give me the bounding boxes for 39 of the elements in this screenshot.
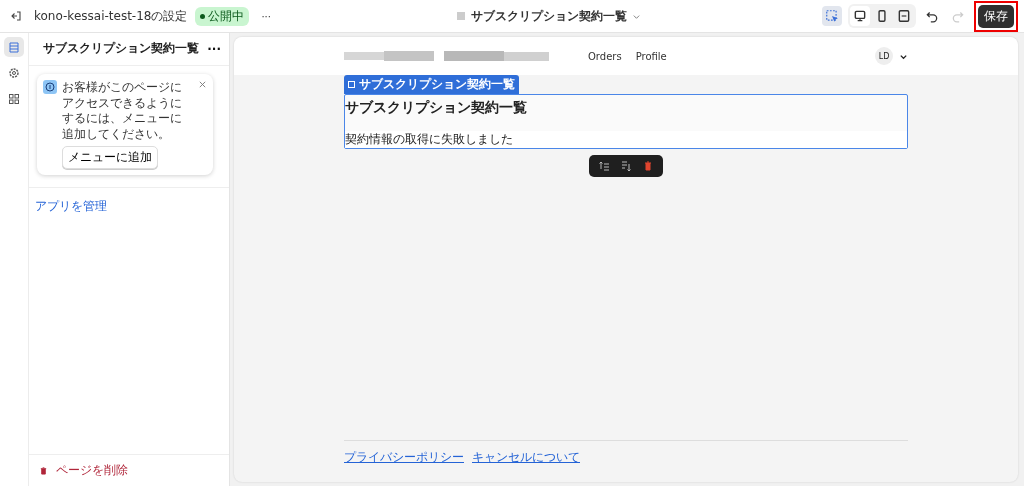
page-icon xyxy=(456,11,466,21)
close-icon[interactable] xyxy=(198,80,207,89)
manage-apps-link[interactable]: アプリを管理 xyxy=(29,187,229,226)
notice-text: お客様がこのページにアクセスできるようにするには、メニューに追加してください。 xyxy=(62,80,183,143)
settings-icon xyxy=(8,67,20,79)
store-settings-title: kono-kessai-test-18の設定 xyxy=(34,7,188,25)
layout-icon xyxy=(8,41,20,53)
nav-link[interactable]: Orders xyxy=(588,50,622,62)
account-avatar[interactable]: LD xyxy=(875,47,893,65)
block-label: サブスクリプション契約一覧 xyxy=(344,75,519,94)
move-up-icon[interactable] xyxy=(598,160,610,172)
desktop-view-button[interactable] xyxy=(850,6,870,26)
inspector-button[interactable] xyxy=(822,6,842,26)
delete-icon[interactable] xyxy=(642,160,654,172)
more-button[interactable]: ··· xyxy=(203,41,225,56)
more-button[interactable]: ··· xyxy=(257,10,275,22)
phone-icon xyxy=(875,9,889,23)
sidebar-title: サブスクリプション契約一覧 xyxy=(43,40,200,57)
exit-icon[interactable] xyxy=(10,10,22,22)
sections-button[interactable] xyxy=(4,37,24,57)
status-badge: 公開中 xyxy=(195,6,250,26)
error-message: 契約情報の取得に失敗しました xyxy=(345,131,907,148)
select-icon xyxy=(825,9,839,23)
footer-link[interactable]: プライバシーポリシー xyxy=(344,449,464,466)
selected-block[interactable]: サブスクリプション契約一覧 契約情報の取得に失敗しました xyxy=(344,94,908,149)
undo-icon xyxy=(925,9,939,23)
trash-icon xyxy=(39,466,48,475)
info-icon xyxy=(43,80,57,94)
monitor-icon xyxy=(853,9,867,23)
page-heading: サブスクリプション契約一覧 xyxy=(345,99,528,117)
footer-link[interactable]: キャンセルについて xyxy=(472,449,580,466)
save-button[interactable]: 保存 xyxy=(978,4,1014,28)
nav-link[interactable]: Profile xyxy=(635,50,667,62)
frame-icon xyxy=(897,9,911,23)
apps-icon xyxy=(8,93,20,105)
add-to-menu-button[interactable]: メニューに追加 xyxy=(62,146,158,170)
move-down-icon[interactable] xyxy=(620,160,632,172)
redo-icon xyxy=(951,9,965,23)
page-selector[interactable]: サブスクリプション契約一覧 xyxy=(450,6,647,26)
